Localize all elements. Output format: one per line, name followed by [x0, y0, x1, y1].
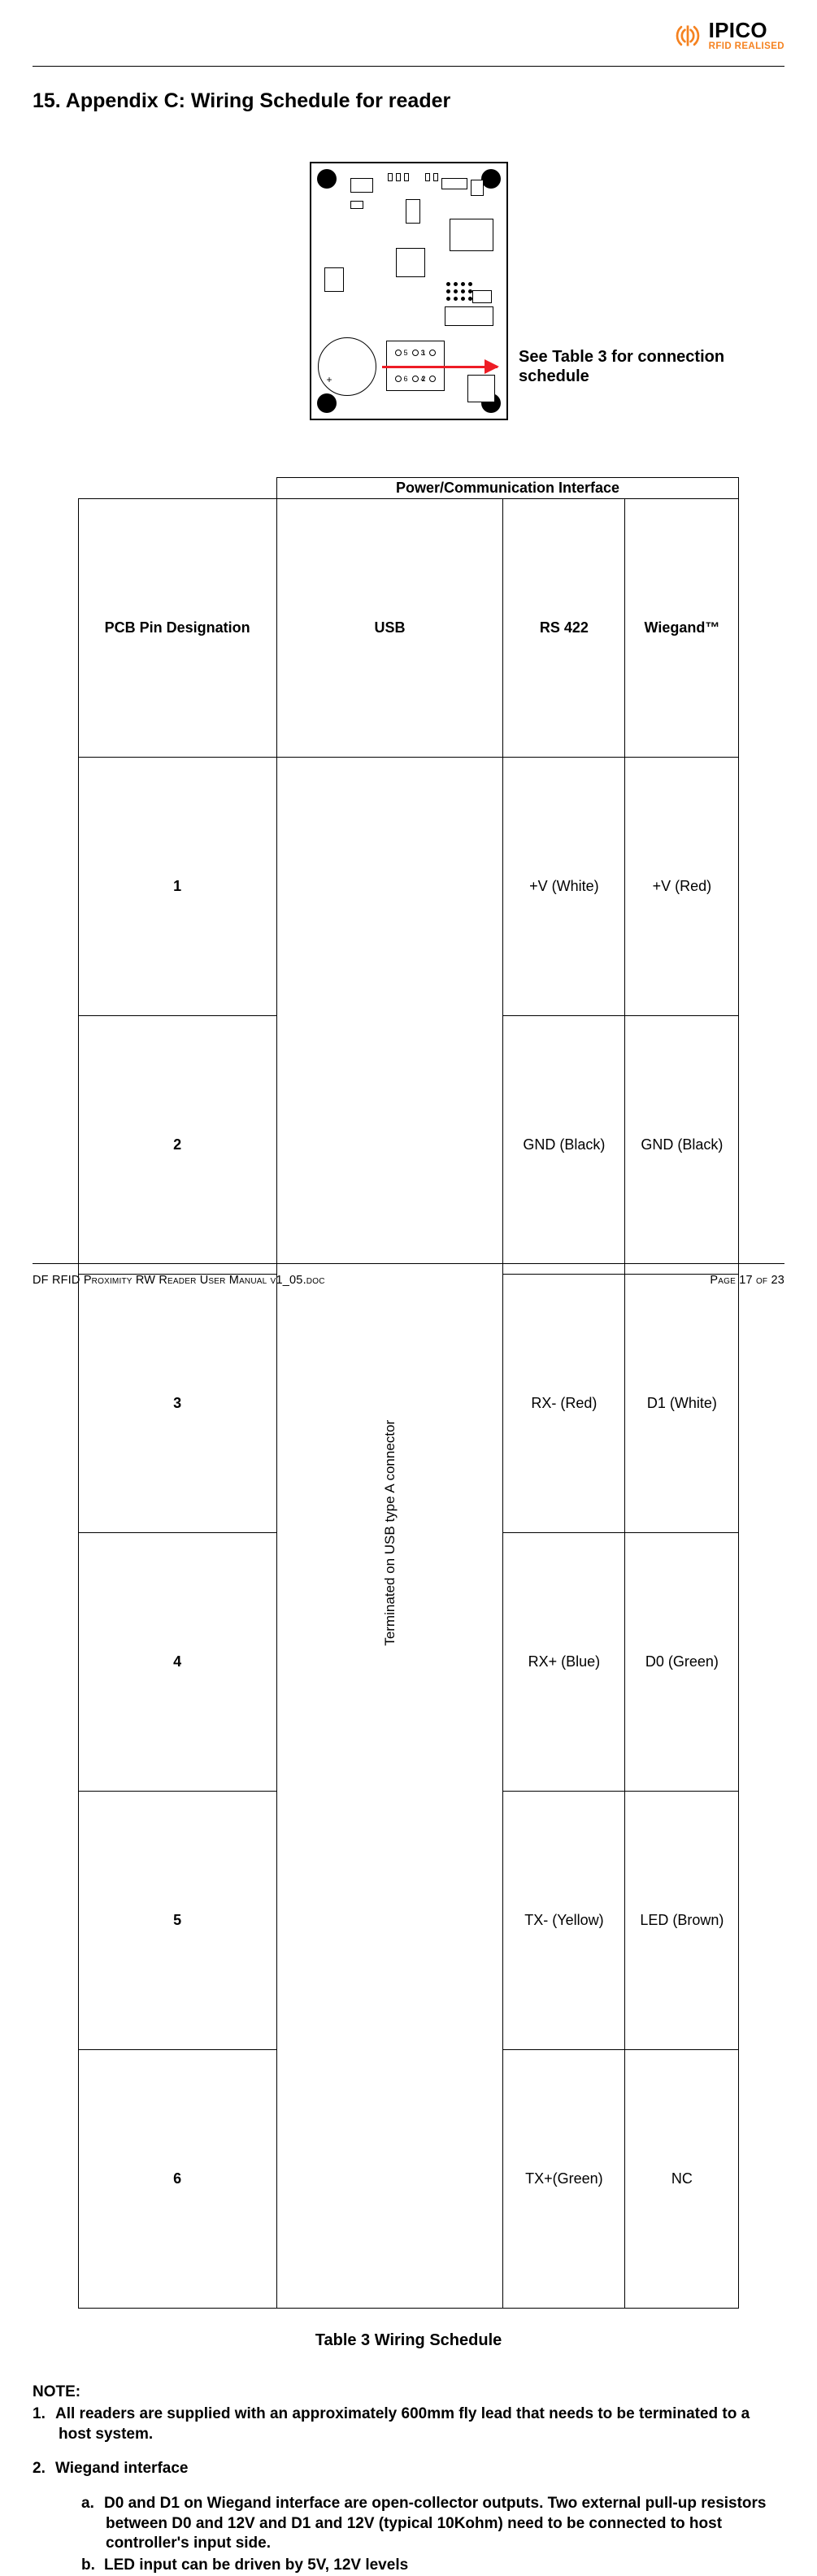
table-row: 1 Terminated on USB type A connector +V …: [78, 758, 739, 1016]
notes-section: NOTE: 1.All readers are supplied with an…: [33, 2383, 784, 2576]
diagram-callout: See Table 3 for connection schedule: [382, 347, 784, 386]
table-group-header: Power/Communication Interface: [276, 478, 739, 499]
col-wiegand: Wiegand™: [625, 499, 739, 758]
usb-merged-cell: Terminated on USB type A connector: [276, 758, 503, 2309]
footer-page-number: Page 17 of 23: [710, 1274, 784, 1287]
note-item: 1.All readers are supplied with an appro…: [33, 2404, 784, 2444]
table-caption: Table 3 Wiring Schedule: [33, 2331, 784, 2350]
brand-tagline: RFID REALISED: [709, 41, 784, 51]
page-footer: DF RFID Proximity RW Reader User Manual …: [33, 1263, 784, 1287]
brand-name: IPICO: [709, 20, 784, 41]
brand-logo: IPICO RFID REALISED: [673, 20, 784, 51]
col-pcb: PCB Pin Designation: [78, 499, 276, 758]
wiring-schedule-table: Power/Communication Interface PCB Pin De…: [78, 477, 740, 2309]
rfid-waves-icon: [673, 21, 702, 50]
section-heading: 15. Appendix C: Wiring Schedule for read…: [33, 89, 784, 113]
page-header: IPICO RFID REALISED: [33, 0, 784, 67]
notes-heading: NOTE:: [33, 2383, 784, 2403]
callout-text: See Table 3 for connection schedule: [519, 347, 784, 386]
col-rs422: RS 422: [503, 499, 625, 758]
col-usb: USB: [276, 499, 503, 758]
pcb-diagram: + 123 456 See Table 3 for connection sch…: [33, 162, 784, 420]
arrow-icon: [382, 366, 498, 368]
note-item: 2.Wiegand interface a.D0 and D1 on Wiega…: [33, 2459, 784, 2575]
note-subitem: b.LED input can be driven by 5V, 12V lev…: [59, 2556, 784, 2576]
footer-doc-name: DF RFID Proximity RW Reader User Manual …: [33, 1274, 325, 1287]
note-subitem: a.D0 and D1 on Wiegand interface are ope…: [59, 2494, 784, 2554]
